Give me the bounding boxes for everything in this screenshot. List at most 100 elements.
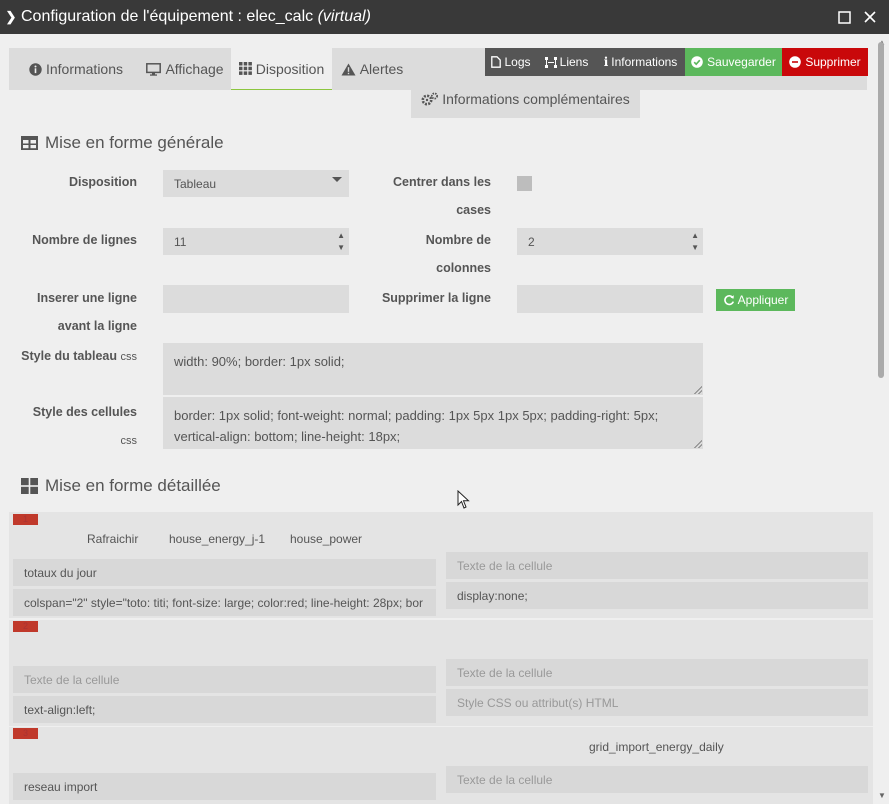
cell-css-input[interactable]: text-align:left; (13, 696, 436, 723)
grid-icon (238, 62, 252, 75)
monitor-icon (146, 62, 162, 76)
info-icon: i (603, 55, 609, 69)
cell-text-input[interactable]: Texte de la cellule (446, 766, 868, 793)
appliquer-button[interactable]: Appliquer (716, 289, 795, 311)
dialog-content: Informations Affichage Disposition Alert… (0, 34, 875, 804)
scrollbar-thumb[interactable] (878, 42, 884, 378)
spinner-arrows-icon[interactable]: ▲ ▼ (691, 230, 699, 254)
section-detail-title: Mise en forme détaillée (21, 476, 221, 496)
cogs-icon (421, 92, 439, 105)
window-titlebar: ❯ Configuration de l'équipement : elec_c… (0, 0, 889, 34)
scrollbar[interactable]: ▲ ▼ (875, 34, 889, 804)
informations-button[interactable]: i Informations (596, 48, 685, 76)
th-large-icon (21, 478, 38, 494)
info-circle-icon (29, 62, 42, 76)
tab-alertes-label: Alertes (359, 61, 404, 77)
inserer-label-line2: avant la ligne (57, 319, 137, 333)
window-title: Configuration de l'équipement : elec_cal… (21, 8, 831, 26)
tab-informations-label: Informations (45, 61, 124, 77)
sauvegarder-button[interactable]: Sauvegarder (685, 48, 782, 76)
tab-affichage[interactable]: Affichage (139, 48, 231, 90)
tab-informations[interactable]: Informations (15, 48, 137, 90)
disposition-value: Tableau (174, 176, 217, 191)
style-cellules-label: Style des cellules css (20, 398, 137, 455)
appliquer-label: Appliquer (737, 293, 789, 307)
close-icon (864, 11, 876, 23)
supprimer-button[interactable]: Supprimer (782, 48, 868, 76)
lignes-label: Nombre de lignes (32, 233, 137, 247)
maximize-button[interactable] (831, 4, 857, 30)
window-title-suffix: (virtual) (317, 8, 371, 25)
centrer-label-line1: Centrer dans les (393, 175, 491, 189)
tab-disposition-label: Disposition (255, 60, 325, 77)
tab-alertes[interactable]: Alertes (334, 48, 410, 90)
mouse-pointer-icon (457, 490, 470, 509)
warning-icon (341, 63, 356, 75)
css-hint: css (120, 351, 138, 363)
minus-circle-icon (789, 56, 802, 68)
window-title-text: Configuration de l'équipement : elec_cal… (21, 8, 318, 25)
style-cellules-value: border: 1px solid; font-weight: normal; … (174, 408, 659, 444)
style-tableau-textarea[interactable]: width: 90%; border: 1px solid; (163, 343, 703, 395)
sitemap-icon (544, 56, 557, 68)
table-icon (21, 136, 38, 150)
tab-disposition[interactable]: Disposition (231, 48, 332, 90)
inserer-label-line1: Inserer une ligne (36, 291, 137, 305)
cell-command: house_power (290, 532, 363, 546)
section-detail-label: Mise en forme détaillée (45, 476, 221, 495)
cell-text-input[interactable]: totaux du jour (13, 559, 436, 586)
resize-grip-icon[interactable] (694, 386, 702, 394)
scroll-down-icon[interactable]: ▼ (878, 791, 886, 800)
supprimer-label: Supprimer (805, 55, 861, 69)
style-tableau-value: width: 90%; border: 1px solid; (174, 354, 345, 369)
cell-text-input[interactable]: Texte de la cellule (13, 666, 436, 693)
close-button[interactable] (857, 4, 883, 30)
lignes-input[interactable]: 11 ▲ ▼ (163, 228, 349, 255)
informations-complementaires-label: Informations complémentaires (442, 90, 630, 107)
centrer-label: Centrer dans les cases (360, 168, 491, 224)
supprimer-ligne-input[interactable] (517, 285, 703, 313)
disposition-select[interactable]: Tableau (163, 170, 349, 197)
check-circle-icon (691, 56, 703, 68)
supprimer-ligne-label: Supprimer la ligne (381, 291, 491, 305)
row-number-badge: 3 (13, 728, 38, 739)
cell-command: grid_import_energy_daily (589, 740, 724, 754)
section-general-title: Mise en forme générale (21, 133, 224, 153)
style-tableau-text: Style du tableau (21, 349, 118, 363)
cell-text-input[interactable]: reseau import (13, 773, 436, 800)
file-icon (491, 56, 502, 68)
style-cellules-textarea[interactable]: border: 1px solid; font-weight: normal; … (163, 397, 703, 449)
lignes-value: 11 (174, 234, 187, 249)
liens-label: Liens (559, 55, 589, 69)
centrer-checkbox[interactable] (517, 176, 532, 191)
refresh-icon (723, 295, 734, 306)
cell-css-input[interactable]: display:none; (446, 582, 868, 609)
spinner-arrows-icon[interactable]: ▲ ▼ (337, 230, 345, 254)
cell-text-input[interactable]: Texte de la cellule (446, 659, 868, 686)
colonnes-label: Nombre de colonnes (360, 226, 491, 282)
logs-label: Logs (504, 55, 531, 69)
inserer-input[interactable] (163, 285, 349, 313)
centrer-label-line2: cases (456, 203, 491, 217)
row-number-badge: 1 (13, 514, 38, 525)
colonnes-label-line2: colonnes (436, 261, 491, 275)
sauvegarder-label: Sauvegarder (707, 55, 776, 69)
maximize-icon (837, 10, 851, 24)
logs-button[interactable]: Logs (485, 48, 537, 76)
tab-affichage-label: Affichage (165, 61, 224, 77)
cell-css-input[interactable]: colspan="2" style="toto: titi; font-size… (13, 589, 436, 616)
resize-grip-icon[interactable] (694, 440, 702, 448)
colonnes-input[interactable]: 2 ▲ ▼ (517, 228, 703, 255)
row-number-badge: 2 (13, 621, 38, 632)
colonnes-label-line1: Nombre de (425, 233, 491, 247)
inserer-label: Inserer une ligne avant la ligne (20, 284, 137, 340)
disposition-label: Disposition (68, 175, 137, 189)
caret-down-icon (332, 177, 342, 182)
cell-text-input[interactable]: Texte de la cellule (446, 552, 868, 579)
cell-command: house_energy_j-1 (169, 532, 266, 546)
cell-css-input[interactable]: Style CSS ou attribut(s) HTML (446, 689, 868, 716)
style-cellules-text: Style des cellules (32, 405, 137, 419)
section-general-label: Mise en forme générale (45, 133, 224, 152)
informations-complementaires-button[interactable]: Informations complémentaires (411, 79, 640, 118)
liens-button[interactable]: Liens (537, 48, 596, 76)
